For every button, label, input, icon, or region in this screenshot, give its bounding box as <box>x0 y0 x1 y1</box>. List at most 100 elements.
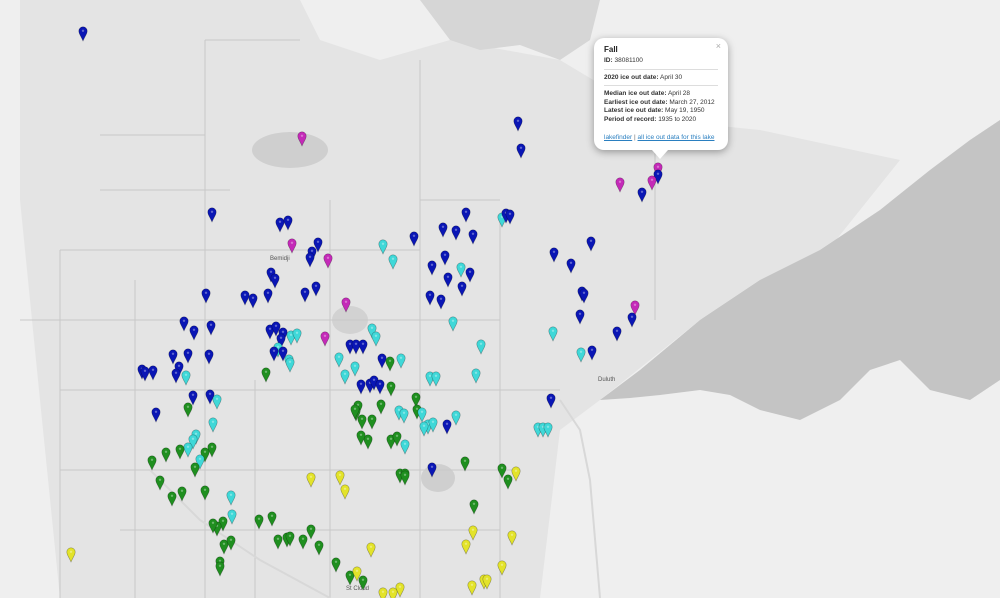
lake-marker[interactable] <box>212 394 222 410</box>
lake-marker[interactable] <box>341 297 351 313</box>
lake-marker[interactable] <box>269 346 279 362</box>
lake-marker[interactable] <box>396 353 406 369</box>
lake-marker[interactable] <box>306 472 316 488</box>
lake-marker[interactable] <box>612 326 622 342</box>
lake-marker[interactable] <box>270 273 280 289</box>
lake-marker[interactable] <box>376 399 386 415</box>
lake-marker[interactable] <box>507 530 517 546</box>
lake-marker[interactable] <box>357 414 367 430</box>
lake-marker[interactable] <box>378 239 388 255</box>
lake-marker[interactable] <box>340 484 350 500</box>
lake-marker[interactable] <box>201 288 211 304</box>
lake-marker[interactable] <box>476 339 486 355</box>
lake-marker[interactable] <box>183 402 193 418</box>
lake-marker[interactable] <box>378 587 388 598</box>
lake-marker[interactable] <box>267 511 277 527</box>
lake-marker[interactable] <box>171 368 181 384</box>
lake-marker[interactable] <box>448 316 458 332</box>
lake-marker[interactable] <box>151 407 161 423</box>
lake-marker[interactable] <box>147 455 157 471</box>
lake-marker[interactable] <box>283 215 293 231</box>
lake-marker[interactable] <box>385 356 395 372</box>
lake-marker[interactable] <box>400 470 410 486</box>
lake-marker[interactable] <box>358 575 368 591</box>
lake-marker[interactable] <box>427 260 437 276</box>
lake-marker[interactable] <box>392 431 402 447</box>
lake-marker[interactable] <box>320 331 330 347</box>
lake-marker[interactable] <box>456 262 466 278</box>
lake-marker[interactable] <box>566 258 576 274</box>
lake-marker[interactable] <box>511 466 521 482</box>
lake-marker[interactable] <box>200 485 210 501</box>
lake-marker[interactable] <box>177 486 187 502</box>
lake-marker[interactable] <box>334 352 344 368</box>
lake-marker[interactable] <box>207 442 217 458</box>
lake-marker[interactable] <box>513 116 523 132</box>
lake-marker[interactable] <box>457 281 467 297</box>
lake-marker[interactable] <box>399 408 409 424</box>
lake-marker[interactable] <box>442 419 452 435</box>
lake-marker[interactable] <box>323 253 333 269</box>
lake-marker[interactable] <box>469 499 479 515</box>
lake-marker[interactable] <box>261 367 271 383</box>
lake-marker[interactable] <box>549 247 559 263</box>
lake-marker[interactable] <box>183 442 193 458</box>
lake-marker[interactable] <box>546 393 556 409</box>
popup-close-button[interactable]: × <box>716 41 721 51</box>
lake-marker[interactable] <box>204 349 214 365</box>
lake-marker[interactable] <box>331 557 341 573</box>
lake-marker[interactable] <box>314 540 324 556</box>
lake-marker[interactable] <box>497 560 507 576</box>
lake-marker[interactable] <box>516 143 526 159</box>
lake-marker[interactable] <box>443 272 453 288</box>
lake-marker[interactable] <box>436 294 446 310</box>
lake-marker[interactable] <box>615 177 625 193</box>
lake-marker[interactable] <box>263 288 273 304</box>
lake-marker[interactable] <box>227 509 237 525</box>
lake-marker[interactable] <box>400 439 410 455</box>
lake-marker[interactable] <box>226 490 236 506</box>
ice-out-map[interactable]: Bemidji Duluth St Cloud × Fall ID: 38081… <box>0 0 1000 598</box>
lake-marker[interactable] <box>248 293 258 309</box>
lake-marker[interactable] <box>181 370 191 386</box>
lake-marker[interactable] <box>350 361 360 377</box>
lake-marker[interactable] <box>226 535 236 551</box>
lake-marker[interactable] <box>207 207 217 223</box>
lake-marker[interactable] <box>647 175 657 191</box>
lake-marker[interactable] <box>366 542 376 558</box>
lake-marker[interactable] <box>167 491 177 507</box>
lake-marker[interactable] <box>431 371 441 387</box>
lake-marker[interactable] <box>586 236 596 252</box>
lake-marker[interactable] <box>356 430 366 446</box>
lake-marker[interactable] <box>468 229 478 245</box>
lake-marker[interactable] <box>409 231 419 247</box>
lake-marker[interactable] <box>306 524 316 540</box>
lake-marker[interactable] <box>367 414 377 430</box>
lake-marker[interactable] <box>340 369 350 385</box>
lake-marker[interactable] <box>190 462 200 478</box>
lake-marker[interactable] <box>579 288 589 304</box>
lake-marker[interactable] <box>375 379 385 395</box>
lake-marker[interactable] <box>305 252 315 268</box>
lake-marker[interactable] <box>388 254 398 270</box>
lake-marker[interactable] <box>297 131 307 147</box>
lake-marker[interactable] <box>576 347 586 363</box>
lake-marker[interactable] <box>179 316 189 332</box>
lake-marker[interactable] <box>208 417 218 433</box>
lake-marker[interactable] <box>78 26 88 42</box>
lake-marker[interactable] <box>451 225 461 241</box>
lake-marker[interactable] <box>543 422 553 438</box>
lake-marker[interactable] <box>451 410 461 426</box>
lake-marker[interactable] <box>356 379 366 395</box>
lake-marker[interactable] <box>358 339 368 355</box>
lake-marker[interactable] <box>371 331 381 347</box>
lake-marker[interactable] <box>168 349 178 365</box>
lake-marker[interactable] <box>188 390 198 406</box>
lake-marker[interactable] <box>66 547 76 563</box>
lake-marker[interactable] <box>161 447 171 463</box>
lake-marker[interactable] <box>300 287 310 303</box>
lake-marker[interactable] <box>298 534 308 550</box>
lake-marker[interactable] <box>215 561 225 577</box>
lake-marker[interactable] <box>425 290 435 306</box>
lake-marker[interactable] <box>155 475 165 491</box>
